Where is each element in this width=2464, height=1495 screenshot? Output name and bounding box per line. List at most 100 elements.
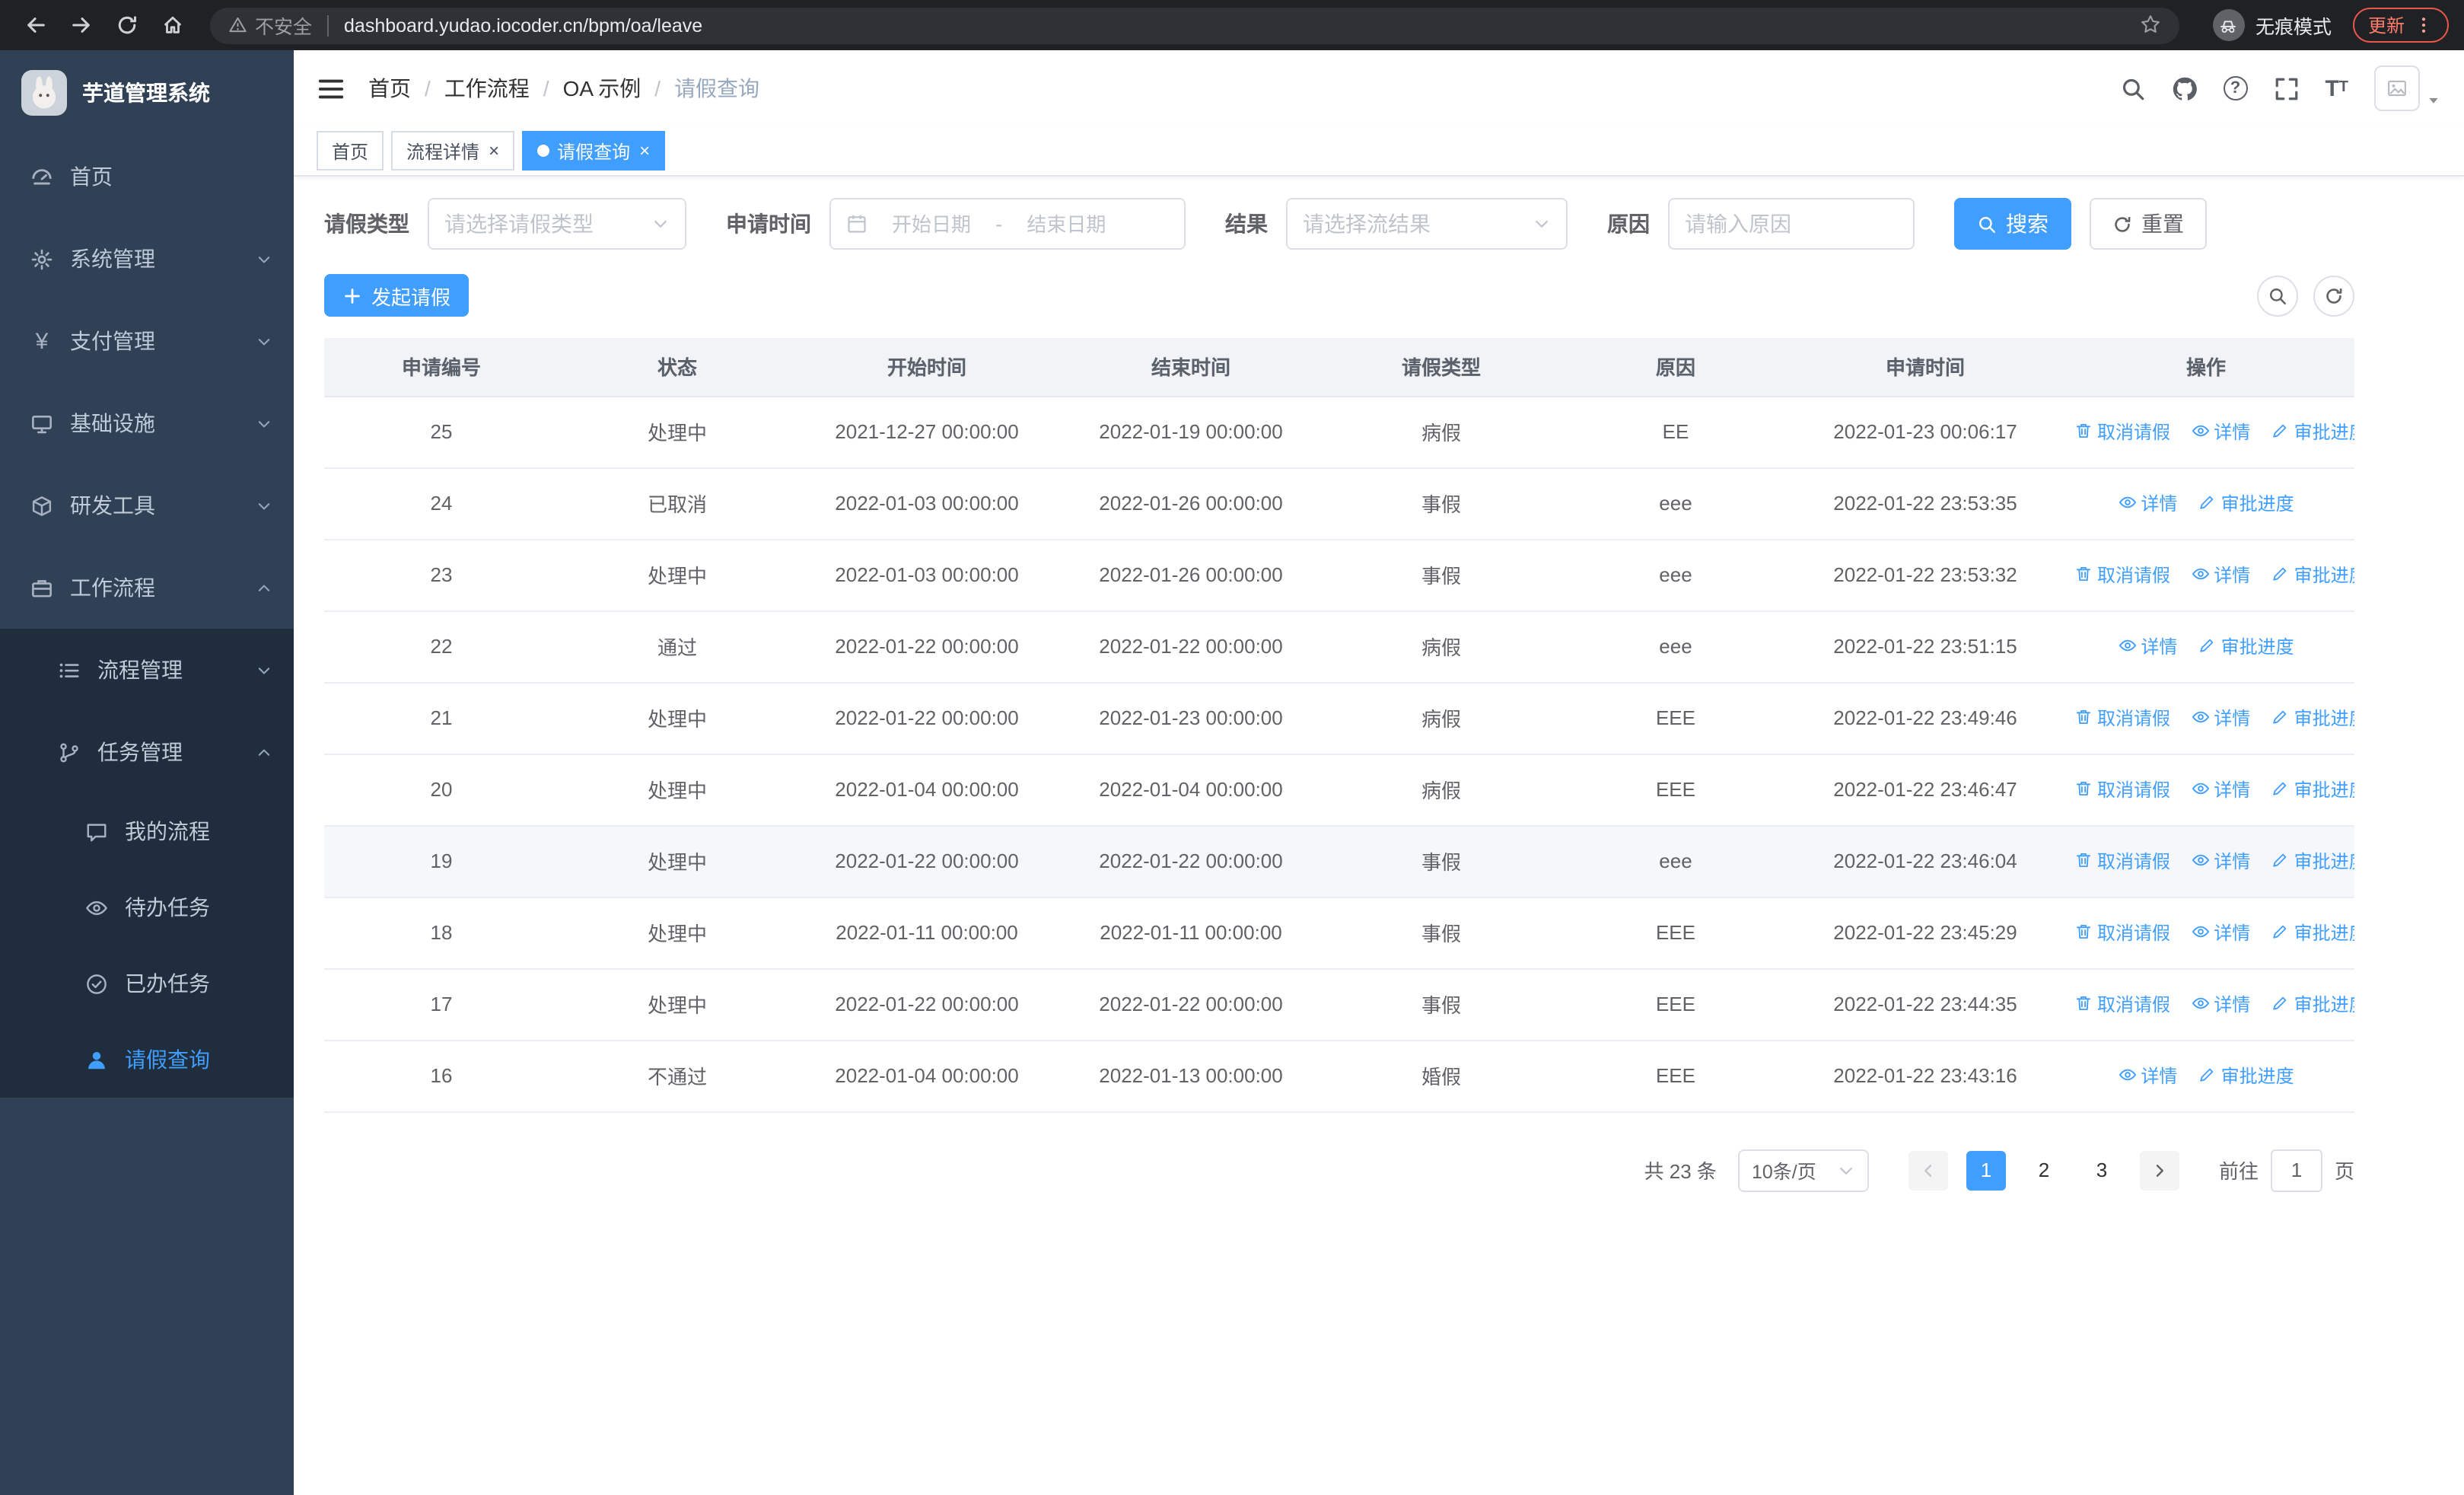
help-icon[interactable]: ? [2223, 76, 2248, 100]
sidebar-item-done-tasks[interactable]: 已办任务 [0, 945, 294, 1022]
progress-link[interactable]: 审批进度 [2271, 848, 2354, 874]
search-button[interactable]: 搜索 [1954, 198, 2071, 250]
cancel-leave-link[interactable]: 取消请假 [2074, 920, 2170, 945]
goto-page-input[interactable] [2270, 1149, 2322, 1191]
sidebar-item-dev-tools[interactable]: 研发工具 [0, 464, 294, 547]
table-header-row: 申请编号 状态 开始时间 结束时间 请假类型 原因 申请时间 操作 [324, 338, 2354, 397]
detail-link[interactable]: 详情 [2191, 920, 2250, 945]
sidebar-item-task-management[interactable]: 任务管理 [0, 711, 294, 793]
chevron-down-icon [256, 250, 272, 267]
reset-button[interactable]: 重置 [2090, 198, 2207, 250]
sidebar-item-home[interactable]: 首页 [0, 135, 294, 218]
browser-reload-button[interactable] [107, 5, 146, 45]
browser-menu-dots-icon[interactable] [2414, 14, 2434, 37]
col-start-time: 开始时间 [796, 338, 1058, 397]
header-search-icon[interactable] [2119, 75, 2145, 101]
create-leave-button[interactable]: 发起请假 [324, 274, 470, 317]
browser-forward-button[interactable] [61, 5, 100, 45]
cancel-leave-link[interactable]: 取消请假 [2074, 776, 2170, 802]
sidebar-item-my-process[interactable]: 我的流程 [0, 793, 294, 869]
progress-link[interactable]: 审批进度 [2271, 776, 2354, 802]
detail-link[interactable]: 详情 [2191, 562, 2250, 588]
progress-link[interactable]: 审批进度 [2271, 562, 2354, 588]
prev-page-button[interactable] [1908, 1150, 1948, 1190]
page-button-2[interactable]: 2 [2024, 1150, 2064, 1190]
breadcrumb-item-oa-example[interactable]: OA 示例 [563, 73, 641, 104]
box-icon [30, 494, 53, 517]
detail-link[interactable]: 详情 [2118, 490, 2177, 516]
progress-link[interactable]: 审批进度 [2198, 490, 2294, 516]
sidebar-item-todo-tasks[interactable]: 待办任务 [0, 869, 294, 945]
sidebar-item-infrastructure[interactable]: 基础设施 [0, 382, 294, 464]
detail-link[interactable]: 详情 [2191, 705, 2250, 731]
page-size-select[interactable]: 10条/页 [1737, 1149, 1869, 1191]
progress-label: 审批进度 [2294, 779, 2354, 801]
table-tools [2257, 275, 2354, 316]
progress-link[interactable]: 审批进度 [2271, 419, 2354, 445]
cancel-leave-link[interactable]: 取消请假 [2074, 419, 2170, 445]
tab-leave-query[interactable]: 请假查询 × [522, 131, 666, 171]
col-status: 状态 [559, 338, 796, 397]
url-text[interactable]: dashboard.yudao.iocoder.cn/bpm/oa/leave [344, 14, 2140, 36]
breadcrumb-item-home[interactable]: 首页 [368, 73, 411, 104]
sidebar-item-workflow[interactable]: 工作流程 [0, 547, 294, 629]
sidebar-item-system-management[interactable]: 系统管理 [0, 218, 294, 300]
cell-status: 处理中 [559, 539, 796, 611]
detail-link[interactable]: 详情 [2191, 848, 2250, 874]
browser-home-button[interactable] [152, 5, 192, 45]
sidebar-item-process-management[interactable]: 流程管理 [0, 629, 294, 711]
detail-link[interactable]: 详情 [2118, 1063, 2177, 1089]
result-select[interactable]: 请选择流结果 [1286, 198, 1568, 250]
page-button-1[interactable]: 1 [1966, 1150, 2006, 1190]
progress-link[interactable]: 审批进度 [2271, 705, 2354, 731]
apply-time-range[interactable]: - [829, 198, 1186, 250]
close-icon[interactable]: × [489, 142, 499, 160]
reason-field[interactable] [1668, 198, 1915, 250]
cancel-leave-link[interactable]: 取消请假 [2074, 848, 2170, 874]
refresh-table-button[interactable] [2313, 275, 2354, 316]
cancel-leave-link[interactable]: 取消请假 [2074, 991, 2170, 1017]
close-icon[interactable]: × [639, 142, 650, 160]
cell-actions: 取消请假 详情 审批进度 [2058, 825, 2354, 897]
warning-icon [228, 16, 247, 35]
detail-label: 详情 [2214, 922, 2251, 944]
page-button-3[interactable]: 3 [2082, 1150, 2122, 1190]
browser-back-button[interactable] [15, 5, 55, 45]
progress-link[interactable]: 审批进度 [2198, 1063, 2294, 1089]
tab-home[interactable]: 首页 [317, 131, 384, 171]
github-icon[interactable] [2171, 75, 2197, 101]
collapse-sidebar-button[interactable] [317, 74, 345, 103]
detail-link[interactable]: 详情 [2191, 991, 2250, 1017]
reason-input[interactable] [1685, 212, 1898, 236]
url-bar[interactable]: 不安全 dashboard.yudao.iocoder.cn/bpm/oa/le… [210, 7, 2179, 43]
start-date-input[interactable] [874, 212, 989, 235]
progress-link[interactable]: 审批进度 [2198, 633, 2294, 659]
detail-link[interactable]: 详情 [2191, 419, 2250, 445]
detail-link[interactable]: 详情 [2191, 776, 2250, 802]
progress-link[interactable]: 审批进度 [2271, 920, 2354, 945]
fullscreen-icon[interactable] [2273, 75, 2299, 101]
end-date-input[interactable] [1008, 212, 1125, 235]
bookmark-star-icon[interactable] [2140, 13, 2161, 37]
cell-actions: 详情 审批进度 [2058, 1040, 2354, 1112]
avatar[interactable] [2374, 65, 2420, 111]
detail-link[interactable]: 详情 [2118, 633, 2177, 659]
next-page-button[interactable] [2139, 1150, 2179, 1190]
leave-type-select[interactable]: 请选择请假类型 [428, 198, 686, 250]
update-button[interactable]: 更新 [2352, 8, 2449, 43]
tab-process-detail[interactable]: 流程详情 × [391, 131, 515, 171]
progress-link[interactable]: 审批进度 [2271, 991, 2354, 1017]
breadcrumb-item-workflow[interactable]: 工作流程 [444, 73, 530, 104]
toggle-search-button[interactable] [2257, 275, 2298, 316]
cancel-leave-link[interactable]: 取消请假 [2074, 705, 2170, 731]
progress-label: 审批进度 [2294, 850, 2354, 872]
sidebar-item-leave-query[interactable]: 请假查询 [0, 1022, 294, 1098]
font-size-icon[interactable]: TT [2325, 77, 2348, 100]
cell-start-time: 2022-01-22 00:00:00 [796, 610, 1058, 683]
app-logo[interactable]: 芋道管理系统 [0, 50, 294, 135]
cell-apply-time: 2022-01-22 23:49:46 [1793, 682, 2058, 754]
sidebar-item-payment-management[interactable]: ¥ 支付管理 [0, 300, 294, 382]
cancel-leave-link[interactable]: 取消请假 [2074, 562, 2170, 588]
security-badge[interactable]: 不安全 [228, 11, 312, 40]
user-menu[interactable] [2374, 65, 2441, 111]
